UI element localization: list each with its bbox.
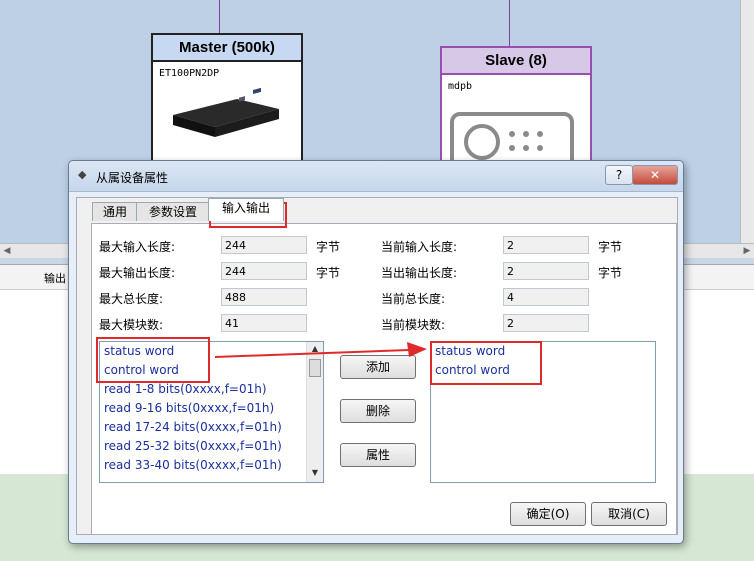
current-input-length-field: 2 xyxy=(503,236,589,254)
list-item[interactable]: read 17-24 bits(0xxxx,f=01h) xyxy=(100,418,323,437)
max-input-length-label: 最大输入长度: xyxy=(99,240,176,254)
output-column-label: 输出 xyxy=(44,272,66,285)
list-item[interactable]: read 33-40 bits(0xxxx,f=01h) xyxy=(100,456,323,475)
delete-button[interactable]: 删除 xyxy=(340,399,416,423)
max-output-length-field: 244 xyxy=(221,262,307,280)
max-input-length-unit: 字节 xyxy=(316,240,341,254)
current-input-length-unit: 字节 xyxy=(598,240,623,254)
available-modules-list[interactable]: status word control word read 1-8 bits(0… xyxy=(99,341,324,483)
list-vertical-scrollbar[interactable]: ▲ ▼ xyxy=(306,342,323,482)
bus-line xyxy=(219,0,220,34)
list-item[interactable]: read 9-16 bits(0xxxx,f=01h) xyxy=(100,399,323,418)
current-modules-label: 当前模块数: xyxy=(381,318,446,332)
master-node[interactable]: Master (500k) ET100PN2DP xyxy=(151,33,303,177)
properties-button[interactable]: 属性 xyxy=(340,443,416,467)
list-item[interactable]: read 1-8 bits(0xxxx,f=01h) xyxy=(100,380,323,399)
scroll-down-icon[interactable]: ▼ xyxy=(309,468,321,480)
transfer-arrow-icon xyxy=(214,342,427,358)
max-total-length-label: 最大总长度: xyxy=(99,292,164,306)
selected-modules-list[interactable]: status word control word xyxy=(430,341,656,483)
scroll-right-icon[interactable]: ▶ xyxy=(741,245,753,257)
list-item[interactable]: status word xyxy=(431,342,655,361)
cancel-button[interactable]: 取消(C) xyxy=(591,502,667,526)
current-total-length-field: 4 xyxy=(503,288,589,306)
max-input-length-field: 244 xyxy=(221,236,307,254)
current-total-length-label: 当前总长度: xyxy=(381,292,446,306)
slave-properties-dialog: ◆ 从属设备属性 ? ✕ 通用 参数设置 输入输出 最大输入长度: 244 字节… xyxy=(68,160,684,544)
tab-general[interactable]: 通用 xyxy=(92,202,138,221)
canvas-vertical-scrollbar[interactable] xyxy=(740,0,754,243)
max-total-length-field: 488 xyxy=(221,288,307,306)
help-button[interactable]: ? xyxy=(605,165,633,185)
io-tab-panel: 最大输入长度: 244 字节 最大输出长度: 244 字节 最大总长度: 488… xyxy=(91,223,677,535)
ok-button[interactable]: 确定(O) xyxy=(510,502,586,526)
device-image-icon xyxy=(173,87,279,137)
scroll-thumb[interactable] xyxy=(309,359,321,377)
current-output-length-field: 2 xyxy=(503,262,589,280)
tab-io[interactable]: 输入输出 xyxy=(208,198,284,221)
max-modules-label: 最大模块数: xyxy=(99,318,164,332)
master-title: Master (500k) xyxy=(153,35,301,62)
max-output-length-unit: 字节 xyxy=(316,266,341,280)
current-modules-field: 2 xyxy=(503,314,589,332)
master-model: ET100PN2DP xyxy=(159,68,220,79)
slave-model: mdpb xyxy=(448,81,473,92)
dialog-titlebar[interactable]: ◆ 从属设备属性 ? ✕ xyxy=(69,161,683,192)
max-output-length-label: 最大输出长度: xyxy=(99,266,176,280)
slave-title: Slave (8) xyxy=(442,48,590,75)
window-menu-icon[interactable]: ◆ xyxy=(78,169,88,180)
max-modules-field: 41 xyxy=(221,314,307,332)
dialog-client: 通用 参数设置 输入输出 最大输入长度: 244 字节 最大输出长度: 244 … xyxy=(76,197,678,535)
scroll-left-icon[interactable]: ◀ xyxy=(1,245,13,257)
bus-line xyxy=(509,0,510,47)
tab-parameters[interactable]: 参数设置 xyxy=(136,202,210,221)
current-output-length-label: 当出输出长度: xyxy=(381,266,458,280)
list-item[interactable]: control word xyxy=(100,361,323,380)
list-item[interactable]: read 25-32 bits(0xxxx,f=01h) xyxy=(100,437,323,456)
close-button[interactable]: ✕ xyxy=(632,165,678,185)
current-output-length-unit: 字节 xyxy=(598,266,623,280)
list-item[interactable]: control word xyxy=(431,361,655,380)
dialog-title: 从属设备属性 xyxy=(96,171,169,185)
current-input-length-label: 当前输入长度: xyxy=(381,240,458,254)
